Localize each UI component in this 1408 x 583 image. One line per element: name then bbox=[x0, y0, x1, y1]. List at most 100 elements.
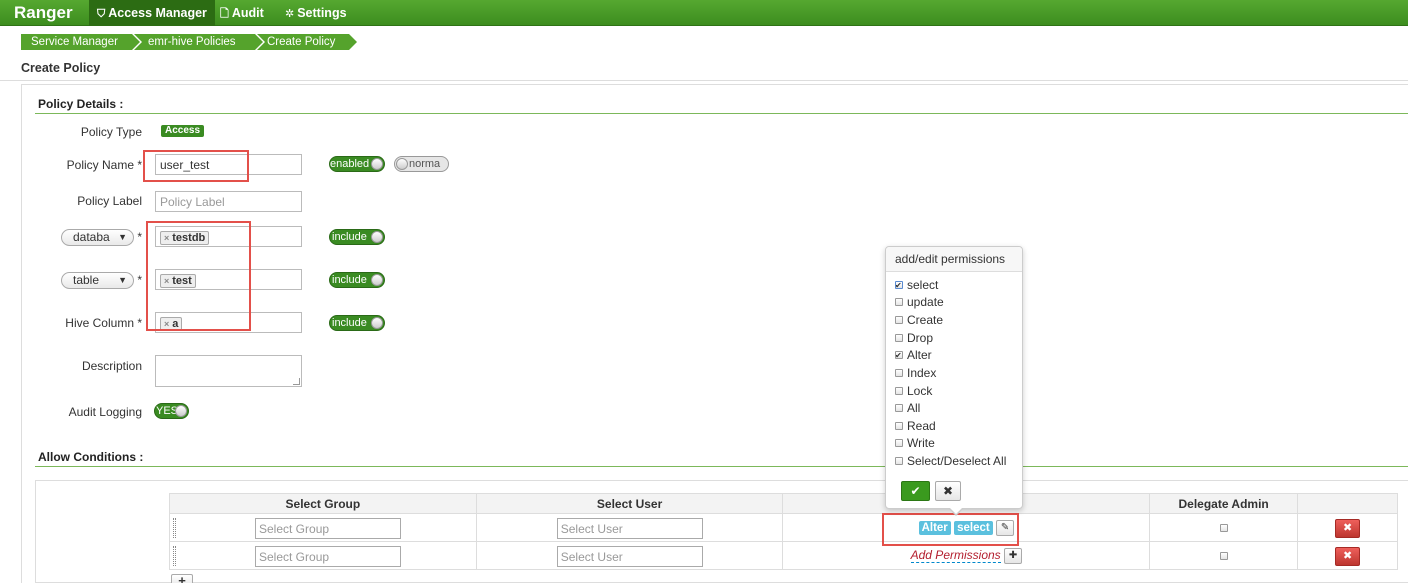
breadcrumb-service-manager[interactable]: Service Manager bbox=[21, 34, 140, 50]
highlight-box bbox=[143, 150, 249, 182]
allow-conditions-table: Select Group Select User Delegate Admin … bbox=[169, 493, 1398, 570]
drag-handle-icon[interactable] bbox=[173, 546, 176, 566]
breadcrumb-policies[interactable]: emr-hive Policies bbox=[134, 34, 263, 50]
toggle-text: enabled bbox=[330, 158, 370, 170]
permissions-popover: add/edit permissions select update Creat… bbox=[885, 246, 1023, 516]
select-user-input[interactable]: Select User bbox=[556, 546, 703, 567]
policy-type-label: Policy Type bbox=[80, 125, 142, 139]
checkbox[interactable] bbox=[895, 348, 903, 364]
nav-label: Access Manager bbox=[108, 6, 207, 20]
description-textarea[interactable] bbox=[155, 355, 302, 387]
perm-label: Lock bbox=[907, 384, 933, 398]
table-row: Select Group Select User Add Permissions… bbox=[169, 541, 1398, 570]
perm-option-index[interactable]: Index bbox=[895, 365, 936, 381]
checkbox[interactable] bbox=[895, 421, 903, 430]
perm-label: Select/Deselect All bbox=[907, 454, 1007, 468]
perm-option-all[interactable]: All bbox=[895, 400, 920, 416]
delegate-admin-checkbox[interactable] bbox=[1219, 551, 1228, 560]
delegate-admin-checkbox[interactable] bbox=[1219, 523, 1228, 532]
close-icon: ✖ bbox=[942, 484, 954, 498]
perm-option-update[interactable]: update bbox=[895, 294, 944, 310]
confirm-permissions-button[interactable]: ✔ bbox=[901, 481, 930, 501]
perm-option-drop[interactable]: Drop bbox=[895, 330, 933, 346]
perm-option-read[interactable]: Read bbox=[895, 418, 936, 434]
popover-title: add/edit permissions bbox=[886, 247, 1022, 272]
audit-logging-toggle[interactable]: YES bbox=[154, 403, 189, 419]
nav-audit[interactable]: 🗋 Audit bbox=[212, 0, 272, 26]
select-group-input[interactable]: Select Group bbox=[255, 518, 401, 539]
table-include-toggle[interactable]: include bbox=[329, 272, 385, 288]
nav-access-manager[interactable]: ⛉ Access Manager bbox=[89, 0, 215, 26]
select-group-input[interactable]: Select Group bbox=[255, 546, 401, 567]
toggle-knob bbox=[175, 405, 187, 417]
policy-type-badge: Access bbox=[161, 125, 205, 137]
perm-label: Write bbox=[907, 436, 935, 450]
policy-label-label: Policy Label bbox=[77, 194, 142, 208]
perm-label: All bbox=[907, 401, 921, 415]
close-icon: ✖ bbox=[1342, 522, 1353, 534]
delegate-admin-cell bbox=[1149, 541, 1299, 570]
cancel-permissions-button[interactable]: ✖ bbox=[935, 481, 961, 501]
normal-toggle[interactable]: norma bbox=[394, 156, 449, 172]
select-user-input[interactable]: Select User bbox=[556, 518, 703, 539]
perm-label: Create bbox=[907, 313, 944, 327]
column-include-toggle[interactable]: include bbox=[329, 315, 385, 331]
toggle-knob bbox=[371, 158, 383, 170]
select-value: table bbox=[73, 273, 100, 287]
resource-type-select-database[interactable]: databa ▼ bbox=[61, 229, 134, 246]
policy-label-input[interactable]: Policy Label bbox=[155, 191, 302, 212]
section-divider bbox=[35, 466, 1408, 467]
checkbox[interactable] bbox=[895, 315, 903, 324]
popover-arrow bbox=[948, 507, 964, 516]
toggle-text: include bbox=[332, 317, 367, 329]
add-row-button[interactable]: + bbox=[171, 574, 193, 583]
breadcrumb-create-policy: Create Policy bbox=[257, 34, 357, 50]
group-cell: Select Group bbox=[169, 541, 477, 570]
actions-cell: ✖ bbox=[1297, 541, 1398, 570]
checkbox[interactable] bbox=[895, 297, 903, 306]
checkbox[interactable] bbox=[895, 386, 903, 395]
nav-settings[interactable]: ✲ Settings bbox=[277, 0, 355, 26]
close-icon: ✖ bbox=[1342, 550, 1353, 562]
add-permissions-link[interactable]: Add Permissions bbox=[910, 547, 1001, 563]
checkbox[interactable] bbox=[895, 278, 903, 294]
resize-handle-icon[interactable] bbox=[293, 378, 300, 385]
perm-option-create[interactable]: Create bbox=[895, 312, 943, 328]
perm-option-write[interactable]: Write bbox=[895, 435, 935, 451]
plus-icon: ✚ bbox=[1008, 549, 1018, 561]
column-header-actions bbox=[1297, 493, 1398, 514]
checkbox[interactable] bbox=[895, 333, 903, 342]
highlight-box bbox=[882, 513, 1019, 546]
delete-row-button[interactable]: ✖ bbox=[1335, 547, 1361, 566]
delete-row-button[interactable]: ✖ bbox=[1335, 519, 1361, 538]
enabled-toggle[interactable]: enabled bbox=[329, 156, 385, 172]
toggle-knob bbox=[371, 231, 383, 243]
plus-icon: + bbox=[178, 573, 186, 583]
checkbox[interactable] bbox=[895, 368, 903, 377]
gear-icon: ✲ bbox=[285, 8, 295, 20]
add-permissions-button[interactable]: ✚ bbox=[1004, 547, 1023, 564]
perm-label: Index bbox=[907, 366, 937, 380]
hive-column-label: Hive Column * bbox=[65, 316, 142, 330]
perm-option-select[interactable]: select bbox=[895, 277, 938, 294]
actions-cell: ✖ bbox=[1297, 513, 1398, 542]
perm-option-select-all[interactable]: Select/Deselect All bbox=[895, 453, 1006, 469]
checkbox[interactable] bbox=[895, 438, 903, 447]
perm-option-alter[interactable]: Alter bbox=[895, 347, 932, 364]
chevron-down-icon: ▼ bbox=[118, 232, 127, 242]
column-header-select-user: Select User bbox=[475, 493, 784, 514]
perm-option-lock[interactable]: Lock bbox=[895, 383, 932, 399]
perm-label: Drop bbox=[907, 331, 934, 345]
resource-type-select-table[interactable]: table ▼ bbox=[61, 272, 134, 289]
user-cell: Select User bbox=[475, 541, 784, 570]
required-asterisk: * bbox=[137, 230, 142, 244]
required-asterisk: * bbox=[137, 273, 142, 287]
policy-name-label: Policy Name * bbox=[66, 158, 142, 172]
column-header-select-group: Select Group bbox=[169, 493, 477, 514]
perm-label: update bbox=[907, 295, 944, 309]
database-include-toggle[interactable]: include bbox=[329, 229, 385, 245]
brand-logo[interactable]: Ranger bbox=[14, 3, 73, 23]
checkbox[interactable] bbox=[895, 456, 903, 465]
drag-handle-icon[interactable] bbox=[173, 518, 176, 538]
checkbox[interactable] bbox=[895, 403, 903, 412]
